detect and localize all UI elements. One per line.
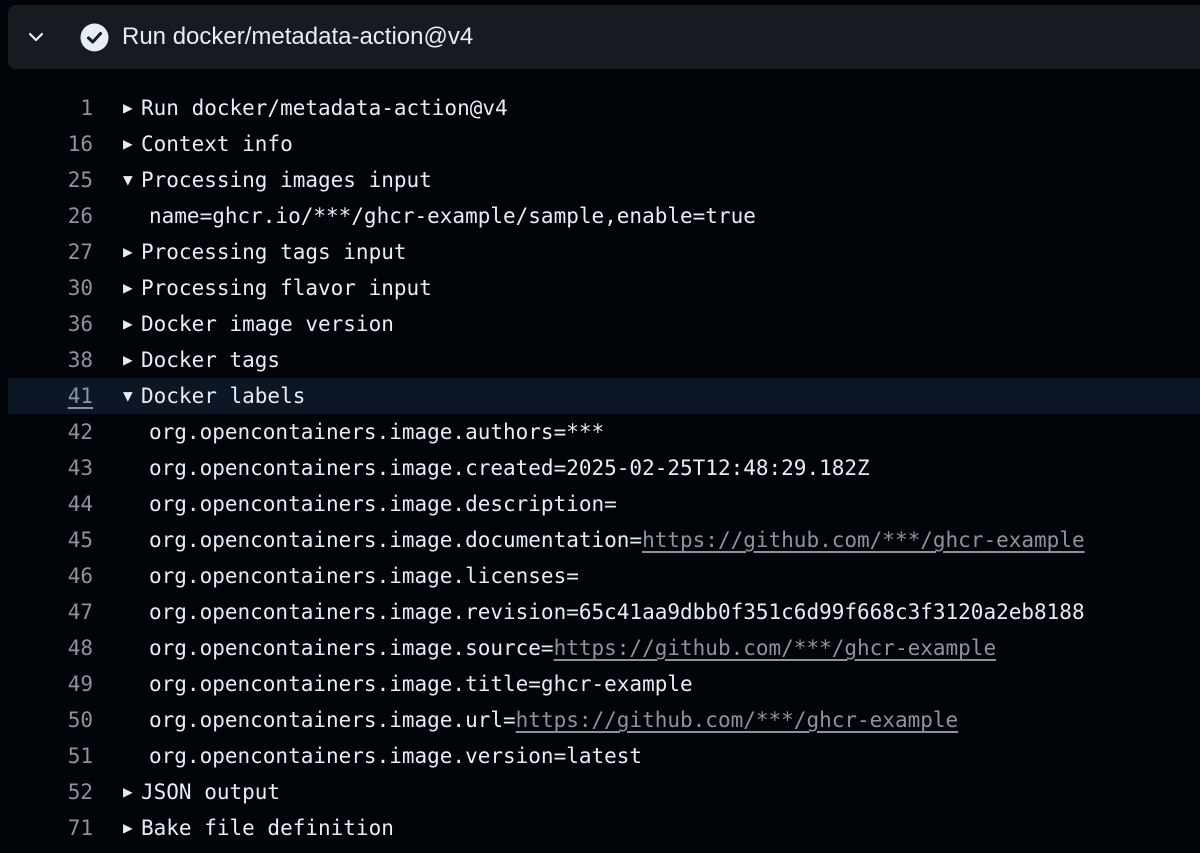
line-number-link[interactable]: 45	[8, 522, 93, 558]
line-number-link[interactable]: 42	[8, 414, 93, 450]
caret-right-icon[interactable]: ▶	[123, 126, 139, 162]
log-line: 45 org.opencontainers.image.documentation…	[8, 522, 1200, 558]
log-line-content: org.opencontainers.image.title=ghcr-exam…	[149, 666, 693, 702]
line-number-link[interactable]: 48	[8, 630, 93, 666]
log-group-line[interactable]: 38 ▶ Docker tags	[8, 342, 1200, 378]
log-line-text: org.opencontainers.image.authors=***	[149, 420, 605, 444]
caret-right-icon[interactable]: ▶	[123, 270, 139, 306]
line-number-link[interactable]: 30	[8, 270, 93, 306]
step-title: Run docker/metadata-action@v4	[122, 23, 474, 50]
log-group-title[interactable]: Docker tags	[141, 342, 280, 378]
log-line-text: name=ghcr.io/***/ghcr-example/sample,ena…	[149, 204, 756, 228]
log-line: 43 org.opencontainers.image.created=2025-…	[8, 450, 1200, 486]
log-line-content: org.opencontainers.image.documentation=h…	[149, 522, 1085, 558]
log-url-link[interactable]: https://github.com/***/ghcr-example	[642, 528, 1085, 552]
log-group-line[interactable]: 52 ▶ JSON output	[8, 774, 1200, 810]
line-number-link[interactable]: 50	[8, 702, 93, 738]
log-line: 50 org.opencontainers.image.url=https://g…	[8, 702, 1200, 738]
line-number-link[interactable]: 26	[8, 198, 93, 234]
log-line: 46 org.opencontainers.image.licenses=	[8, 558, 1200, 594]
caret-right-icon[interactable]: ▶	[123, 234, 139, 270]
line-number-link[interactable]: 71	[8, 810, 93, 846]
log-line-content: org.opencontainers.image.description=	[149, 486, 617, 522]
log-group-title[interactable]: Processing flavor input	[141, 270, 432, 306]
log-line: 42 org.opencontainers.image.authors=***	[8, 414, 1200, 450]
line-number-link[interactable]: 43	[8, 450, 93, 486]
log-line: 49 org.opencontainers.image.title=ghcr-ex…	[8, 666, 1200, 702]
line-number-link[interactable]: 1	[8, 90, 93, 126]
caret-right-icon[interactable]: ▶	[123, 774, 139, 810]
chevron-down-icon[interactable]	[26, 27, 46, 47]
log-line: 47 org.opencontainers.image.revision=65c4…	[8, 594, 1200, 630]
log-group-title[interactable]: Docker image version	[141, 306, 394, 342]
log-group-title[interactable]: Processing tags input	[141, 234, 407, 270]
log-line-content: org.opencontainers.image.licenses=	[149, 558, 579, 594]
log-group-line[interactable]: 1 ▶ Run docker/metadata-action@v4	[8, 90, 1200, 126]
log-output: 1 ▶ Run docker/metadata-action@v4 16 ▶ Contex…	[8, 90, 1200, 846]
log-line-content: org.opencontainers.image.url=https://git…	[149, 702, 958, 738]
caret-right-icon[interactable]: ▶	[123, 810, 139, 846]
log-line: 26 name=ghcr.io/***/ghcr-example/sample,e…	[8, 198, 1200, 234]
log-url-link[interactable]: https://github.com/***/ghcr-example	[554, 636, 997, 660]
line-number-link[interactable]: 41	[8, 378, 93, 414]
log-line: 48 org.opencontainers.image.source=https:…	[8, 630, 1200, 666]
log-line-text: org.opencontainers.image.version=latest	[149, 744, 643, 768]
line-number-link[interactable]: 44	[8, 486, 93, 522]
line-number-link[interactable]: 16	[8, 126, 93, 162]
line-number-link[interactable]: 27	[8, 234, 93, 270]
log-line-text: org.opencontainers.image.description=	[149, 492, 617, 516]
caret-down-icon[interactable]: ▼	[123, 378, 139, 414]
log-group-line[interactable]: 36 ▶ Docker image version	[8, 306, 1200, 342]
log-group-title[interactable]: Processing images input	[141, 162, 432, 198]
line-number-link[interactable]: 36	[8, 306, 93, 342]
line-number-link[interactable]: 49	[8, 666, 93, 702]
caret-down-icon[interactable]: ▼	[123, 162, 139, 198]
log-group-line[interactable]: 25 ▼ Processing images input	[8, 162, 1200, 198]
log-line-content: org.opencontainers.image.source=https://…	[149, 630, 996, 666]
line-number-link[interactable]: 46	[8, 558, 93, 594]
line-number-link[interactable]: 51	[8, 738, 93, 774]
log-line-text: org.opencontainers.image.title=ghcr-exam…	[149, 672, 693, 696]
line-number-link[interactable]: 25	[8, 162, 93, 198]
line-number-link[interactable]: 52	[8, 774, 93, 810]
log-line-content: org.opencontainers.image.created=2025-02…	[149, 450, 870, 486]
log-line-content: org.opencontainers.image.version=latest	[149, 738, 642, 774]
log-group-title[interactable]: JSON output	[141, 774, 280, 810]
log-group-title[interactable]: Docker labels	[141, 378, 305, 414]
check-circle-icon	[80, 23, 109, 52]
caret-right-icon[interactable]: ▶	[123, 306, 139, 342]
log-url-link[interactable]: https://github.com/***/ghcr-example	[516, 708, 959, 732]
line-number-link[interactable]: 47	[8, 594, 93, 630]
log-group-title[interactable]: Bake file definition	[141, 810, 394, 846]
line-number-link[interactable]: 38	[8, 342, 93, 378]
step-header[interactable]: Run docker/metadata-action@v4	[8, 5, 1200, 69]
log-line-text: org.opencontainers.image.documentation=	[149, 528, 643, 552]
log-line-content: name=ghcr.io/***/ghcr-example/sample,ena…	[149, 198, 756, 234]
log-line-content: org.opencontainers.image.revision=65c41a…	[149, 594, 1085, 630]
caret-right-icon[interactable]: ▶	[123, 90, 139, 126]
log-group-line[interactable]: 41 ▼ Docker labels	[8, 378, 1200, 414]
log-group-line[interactable]: 27 ▶ Processing tags input	[8, 234, 1200, 270]
log-group-line[interactable]: 30 ▶ Processing flavor input	[8, 270, 1200, 306]
log-line-content: org.opencontainers.image.authors=***	[149, 414, 604, 450]
log-line-text: org.opencontainers.image.url=	[149, 708, 516, 732]
log-line-text: org.opencontainers.image.revision=65c41a…	[149, 600, 1085, 624]
log-line: 44 org.opencontainers.image.description=	[8, 486, 1200, 522]
log-group-line[interactable]: 71 ▶ Bake file definition	[8, 810, 1200, 846]
log-line-text: org.opencontainers.image.licenses=	[149, 564, 579, 588]
log-group-title[interactable]: Context info	[141, 126, 293, 162]
log-line: 51 org.opencontainers.image.version=lates…	[8, 738, 1200, 774]
log-group-line[interactable]: 16 ▶ Context info	[8, 126, 1200, 162]
log-line-text: org.opencontainers.image.source=	[149, 636, 554, 660]
caret-right-icon[interactable]: ▶	[123, 342, 139, 378]
log-line-text: org.opencontainers.image.created=2025-02…	[149, 456, 870, 480]
log-group-title[interactable]: Run docker/metadata-action@v4	[141, 90, 508, 126]
